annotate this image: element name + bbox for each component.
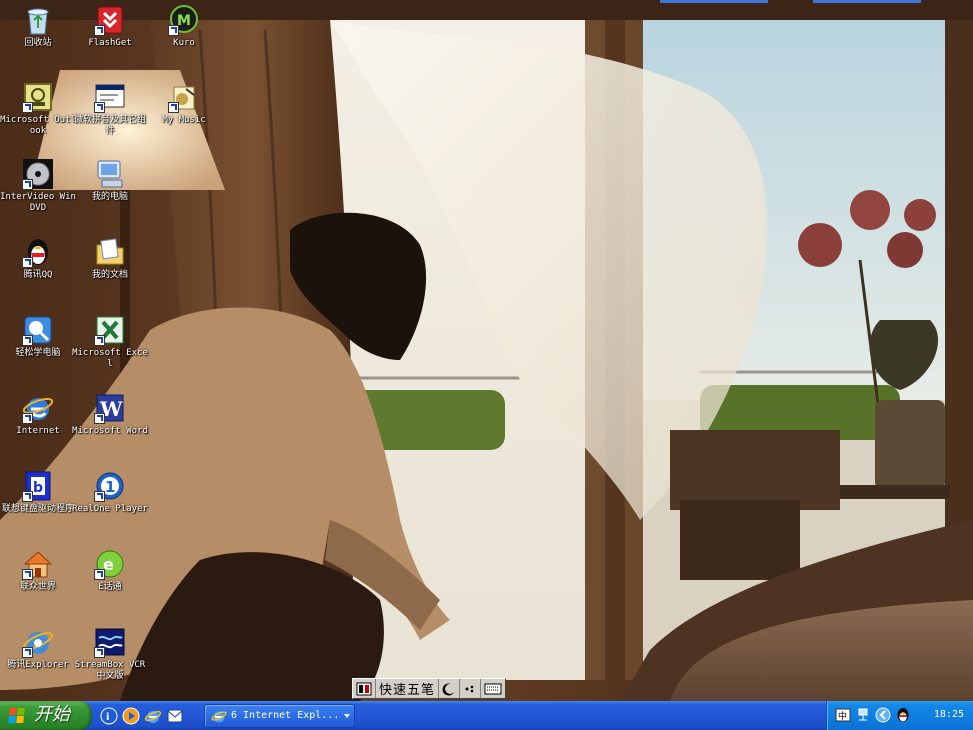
shortcut-arrow-icon	[94, 25, 105, 36]
internet-explorer-icon[interactable]	[144, 707, 162, 725]
shortcut-arrow-icon	[168, 25, 179, 36]
internet-explorer-icon	[22, 392, 54, 424]
outlook-icon	[22, 81, 54, 113]
keyboard-driver-icon: b	[22, 470, 54, 502]
desktop[interactable]: 回收站 FlashGet M Kuro Microsoft Outlook 微软…	[0, 0, 973, 701]
shortcut-arrow-icon	[94, 569, 105, 580]
svg-text:中: 中	[838, 710, 847, 722]
my-computer-icon	[94, 158, 126, 190]
shortcut-arrow-icon	[94, 102, 105, 113]
my-music-icon	[168, 81, 200, 113]
desktop-icon-internet[interactable]: Internet	[0, 392, 76, 437]
desktop-icon-my-music[interactable]: My Music	[146, 81, 222, 126]
shortcut-arrow-icon	[94, 491, 105, 502]
shortcut-arrow-icon	[94, 335, 105, 346]
desktop-icon-recycle-bin[interactable]: 回收站	[0, 4, 76, 49]
half-moon-icon[interactable]	[439, 679, 461, 698]
ime-setup-icon	[94, 81, 126, 113]
shortcut-arrow-icon	[22, 413, 33, 424]
kuro-icon: M	[168, 4, 200, 36]
windvd-icon	[22, 158, 54, 190]
shortcut-arrow-icon	[94, 647, 105, 658]
start-label: 开始	[34, 704, 70, 725]
internet-explorer-icon	[211, 708, 227, 724]
desktop-icon-ime-setup[interactable]: 微软拼音及其它组件	[72, 81, 148, 137]
svg-text:M: M	[177, 13, 191, 29]
qq-penguin-icon	[22, 236, 54, 268]
desktop-icon-windvd[interactable]: InterVideo WinDVD	[0, 158, 76, 214]
taskbar-button-internet-explorer-group[interactable]: 6 Internet Expl...	[204, 704, 355, 728]
media-player-icon[interactable]	[122, 707, 140, 725]
desktop-icon-ehuatong[interactable]: e E话通	[72, 548, 148, 593]
learn-computer-icon	[22, 314, 54, 346]
desktop-icon-streambox[interactable]: StreamBox VCR 中文版	[72, 626, 148, 682]
realone-icon: 1	[94, 470, 126, 502]
desktop-icon-my-documents[interactable]: 我的文档	[72, 236, 148, 281]
taskbar: 开始 i 6 Internet Expl... 中 18:25	[0, 701, 973, 730]
ehuatong-icon: e	[94, 548, 126, 580]
shortcut-arrow-icon	[22, 179, 33, 190]
shortcut-arrow-icon	[22, 257, 33, 268]
ourgame-house-icon	[22, 548, 54, 580]
desktop-icon-outlook[interactable]: Microsoft Outlook	[0, 81, 76, 137]
start-button[interactable]: 开始	[0, 701, 92, 730]
desktop-icon-word[interactable]: W Microsoft Word	[72, 392, 148, 437]
arrow-icon[interactable]	[875, 707, 891, 723]
desktop-icon-ourgame[interactable]: 联众世界	[0, 548, 76, 593]
svg-text:i: i	[106, 712, 109, 723]
recycle-bin-icon	[22, 4, 54, 36]
desktop-icon-qq[interactable]: 腾讯QQ	[0, 236, 76, 281]
shortcut-arrow-icon	[94, 413, 105, 424]
soft-keyboard-icon[interactable]	[481, 679, 505, 698]
shortcut-arrow-icon	[22, 647, 33, 658]
tencent-explorer-icon	[22, 626, 54, 658]
streambox-icon	[94, 626, 126, 658]
taskbar-button-label: 6 Internet Expl...	[231, 710, 340, 721]
ime-name-label[interactable]: 快速五笔	[376, 679, 440, 698]
my-documents-icon	[94, 236, 126, 268]
qq-launch-icon[interactable]: i	[100, 707, 118, 725]
input-method-icon[interactable]: 中	[835, 707, 851, 723]
windows-logo-icon	[8, 708, 26, 724]
ime-status-bar[interactable]: 快速五笔	[352, 678, 507, 699]
svg-text:1: 1	[105, 478, 115, 496]
desktop-icon-excel[interactable]: Microsoft Excel	[72, 314, 148, 370]
punctuation-icon[interactable]	[460, 679, 482, 698]
network-icon[interactable]	[856, 707, 872, 723]
shortcut-arrow-icon	[168, 102, 179, 113]
desktop-icon-flashget[interactable]: FlashGet	[72, 4, 148, 49]
excel-icon	[94, 314, 126, 346]
desktop-icon-learn-computer[interactable]: 轻松学电脑	[0, 314, 76, 359]
quick-launch-bar: i	[100, 705, 184, 727]
shortcut-arrow-icon	[22, 102, 33, 113]
desktop-icon-tencent-explorer[interactable]: 腾讯Explorer	[0, 626, 76, 671]
chevron-down-icon	[344, 714, 350, 718]
word-icon: W	[94, 392, 126, 424]
clock[interactable]: 18:25	[934, 709, 964, 721]
desktop-icon-realone[interactable]: 1 RealOne Player	[72, 470, 148, 515]
outlook-express-icon[interactable]	[166, 707, 184, 725]
ime-logo-icon[interactable]	[353, 679, 376, 698]
shortcut-arrow-icon	[22, 569, 33, 580]
shortcut-arrow-icon	[22, 335, 33, 346]
desktop-icon-my-computer[interactable]: 我的电脑	[72, 158, 148, 203]
desktop-icon-keyboard-driver[interactable]: b 联想键盘驱动程序	[0, 470, 76, 515]
desktop-icon-kuro[interactable]: M Kuro	[146, 4, 222, 49]
shortcut-arrow-icon	[22, 491, 33, 502]
system-tray: 中 18:25	[826, 701, 973, 730]
flashget-icon	[94, 4, 126, 36]
svg-text:b: b	[33, 480, 43, 496]
qq-penguin-icon[interactable]	[895, 707, 911, 723]
